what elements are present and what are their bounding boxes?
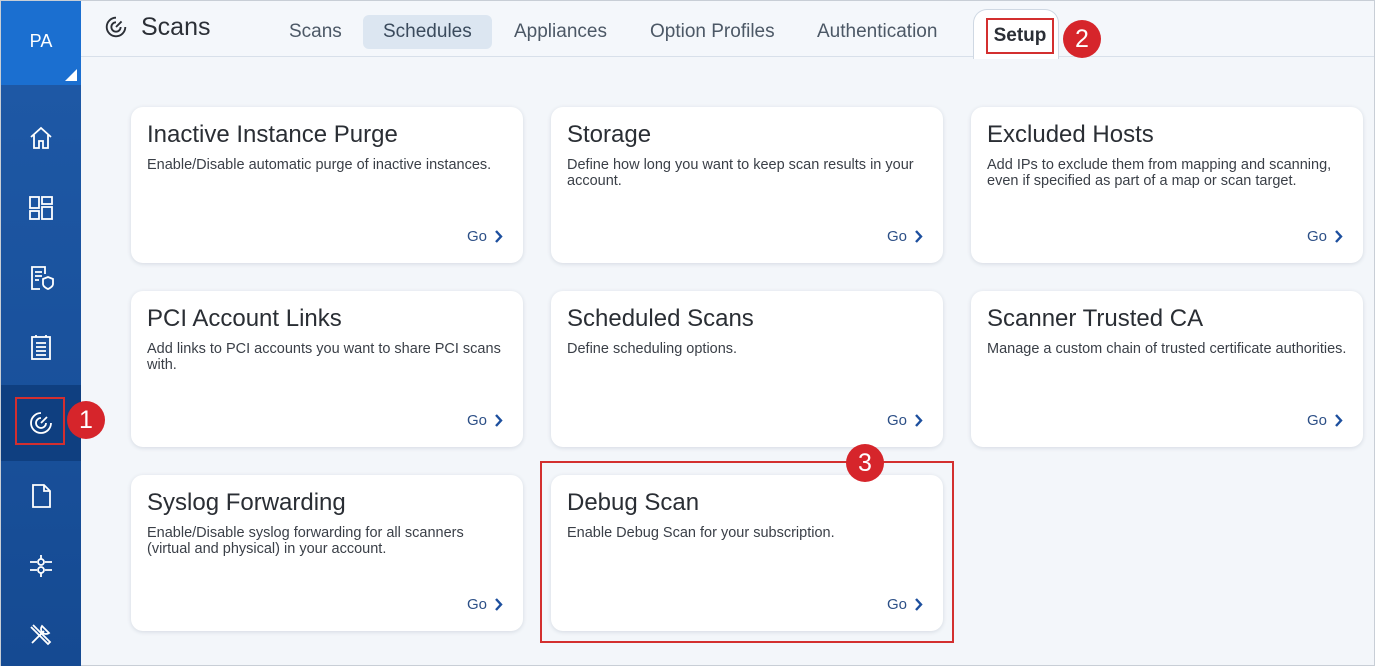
tab-setup[interactable]: Setup [986,18,1054,54]
avatar-menu-corner-icon [65,69,77,81]
step-marker-2: 2 [1063,20,1101,58]
go-label: Go [886,596,907,613]
card-syslog-forwarding[interactable]: Syslog Forwarding Enable/Disable syslog … [131,475,523,631]
step-marker-3: 3 [846,444,884,482]
chevron-right-icon [915,230,923,243]
top-header: Scans Scans Schedules Appliances Option … [81,1,1374,59]
tools-icon [30,624,52,646]
go-link[interactable]: Go [1307,228,1343,245]
card-description: Enable/Disable automatic purge of inacti… [147,157,492,173]
go-label: Go [1306,228,1327,245]
card-description: Define scheduling options. [567,341,738,357]
go-link[interactable]: Go [887,596,923,613]
sidebar-item-dashboard[interactable] [1,173,81,243]
report-shield-icon [31,266,54,290]
dashboard-icon [29,196,53,220]
user-initials: PA [29,30,53,51]
card-title: Scheduled Scans [567,305,754,332]
go-link[interactable]: Go [467,596,503,613]
card-description: Manage a custom chain of trusted certifi… [987,341,1347,357]
go-link[interactable]: Go [467,228,503,245]
card-title: Scanner Trusted CA [987,305,1204,332]
card-title: Excluded Hosts [987,121,1154,148]
chevron-right-icon [1335,230,1343,243]
card-scheduled-scans[interactable]: Scheduled Scans Define scheduling option… [551,291,943,447]
connector-icon [30,555,52,577]
go-label: Go [1306,412,1327,429]
card-title: Debug Scan [567,489,700,516]
card-debug-scan[interactable]: Debug Scan Enable Debug Scan for your su… [551,475,943,631]
card-description: Define how long you want to keep scan re… [567,157,914,189]
card-pci-account-links[interactable]: PCI Account Links Add links to PCI accou… [131,291,523,447]
tab-option-profiles[interactable]: Option Profiles [630,15,795,49]
chevron-right-icon [495,230,503,243]
card-title: Syslog Forwarding [147,489,346,516]
user-avatar[interactable]: PA [1,1,81,85]
chevron-right-icon [495,414,503,427]
step-marker-1: 1 [67,401,105,439]
file-icon [32,484,51,508]
go-label: Go [466,596,487,613]
go-label: Go [466,412,487,429]
card-inactive-instance-purge[interactable]: Inactive Instance Purge Enable/Disable a… [131,107,523,263]
sidebar-item-file[interactable] [1,461,81,531]
card-description: Enable/Disable syslog forwarding for all… [147,525,464,557]
sidebar-item-reports[interactable] [1,243,81,313]
card-description: Add links to PCI accounts you want to sh… [147,341,501,373]
chevron-right-icon [915,598,923,611]
sidebar-item-connectors[interactable] [1,531,81,601]
scans-radar-icon [105,16,127,38]
document-list-icon [31,335,51,360]
go-label: Go [466,228,487,245]
tab-authentication[interactable]: Authentication [797,15,957,49]
go-link[interactable]: Go [1307,412,1343,429]
sidebar: PA [1,1,81,666]
go-link[interactable]: Go [887,412,923,429]
chevron-right-icon [495,598,503,611]
chevron-right-icon [915,414,923,427]
tab-schedules[interactable]: Schedules [363,15,492,49]
app-title: Scans [103,11,210,43]
chevron-right-icon [1335,414,1343,427]
sidebar-item-home[interactable] [1,103,81,173]
go-link[interactable]: Go [887,228,923,245]
scans-radar-icon [30,412,52,434]
tab-scans[interactable]: Scans [269,15,362,49]
go-label: Go [886,228,907,245]
sidebar-item-documents[interactable] [1,313,81,383]
card-description: Enable Debug Scan for your subscription. [567,525,835,541]
home-icon [30,126,52,149]
card-excluded-hosts[interactable]: Excluded Hosts Add IPs to exclude them f… [971,107,1363,263]
tab-appliances[interactable]: Appliances [494,15,627,49]
card-title: Storage [567,121,652,148]
card-scanner-trusted-ca[interactable]: Scanner Trusted CA Manage a custom chain… [971,291,1363,447]
card-title: Inactive Instance Purge [147,121,398,148]
card-description: Add IPs to exclude them from mapping and… [987,157,1332,189]
sidebar-item-tools[interactable] [1,599,81,666]
card-storage[interactable]: Storage Define how long you want to keep… [551,107,943,263]
card-title: PCI Account Links [147,305,342,332]
go-label: Go [886,412,907,429]
app-title-text: Scans [141,12,211,41]
go-link[interactable]: Go [467,412,503,429]
